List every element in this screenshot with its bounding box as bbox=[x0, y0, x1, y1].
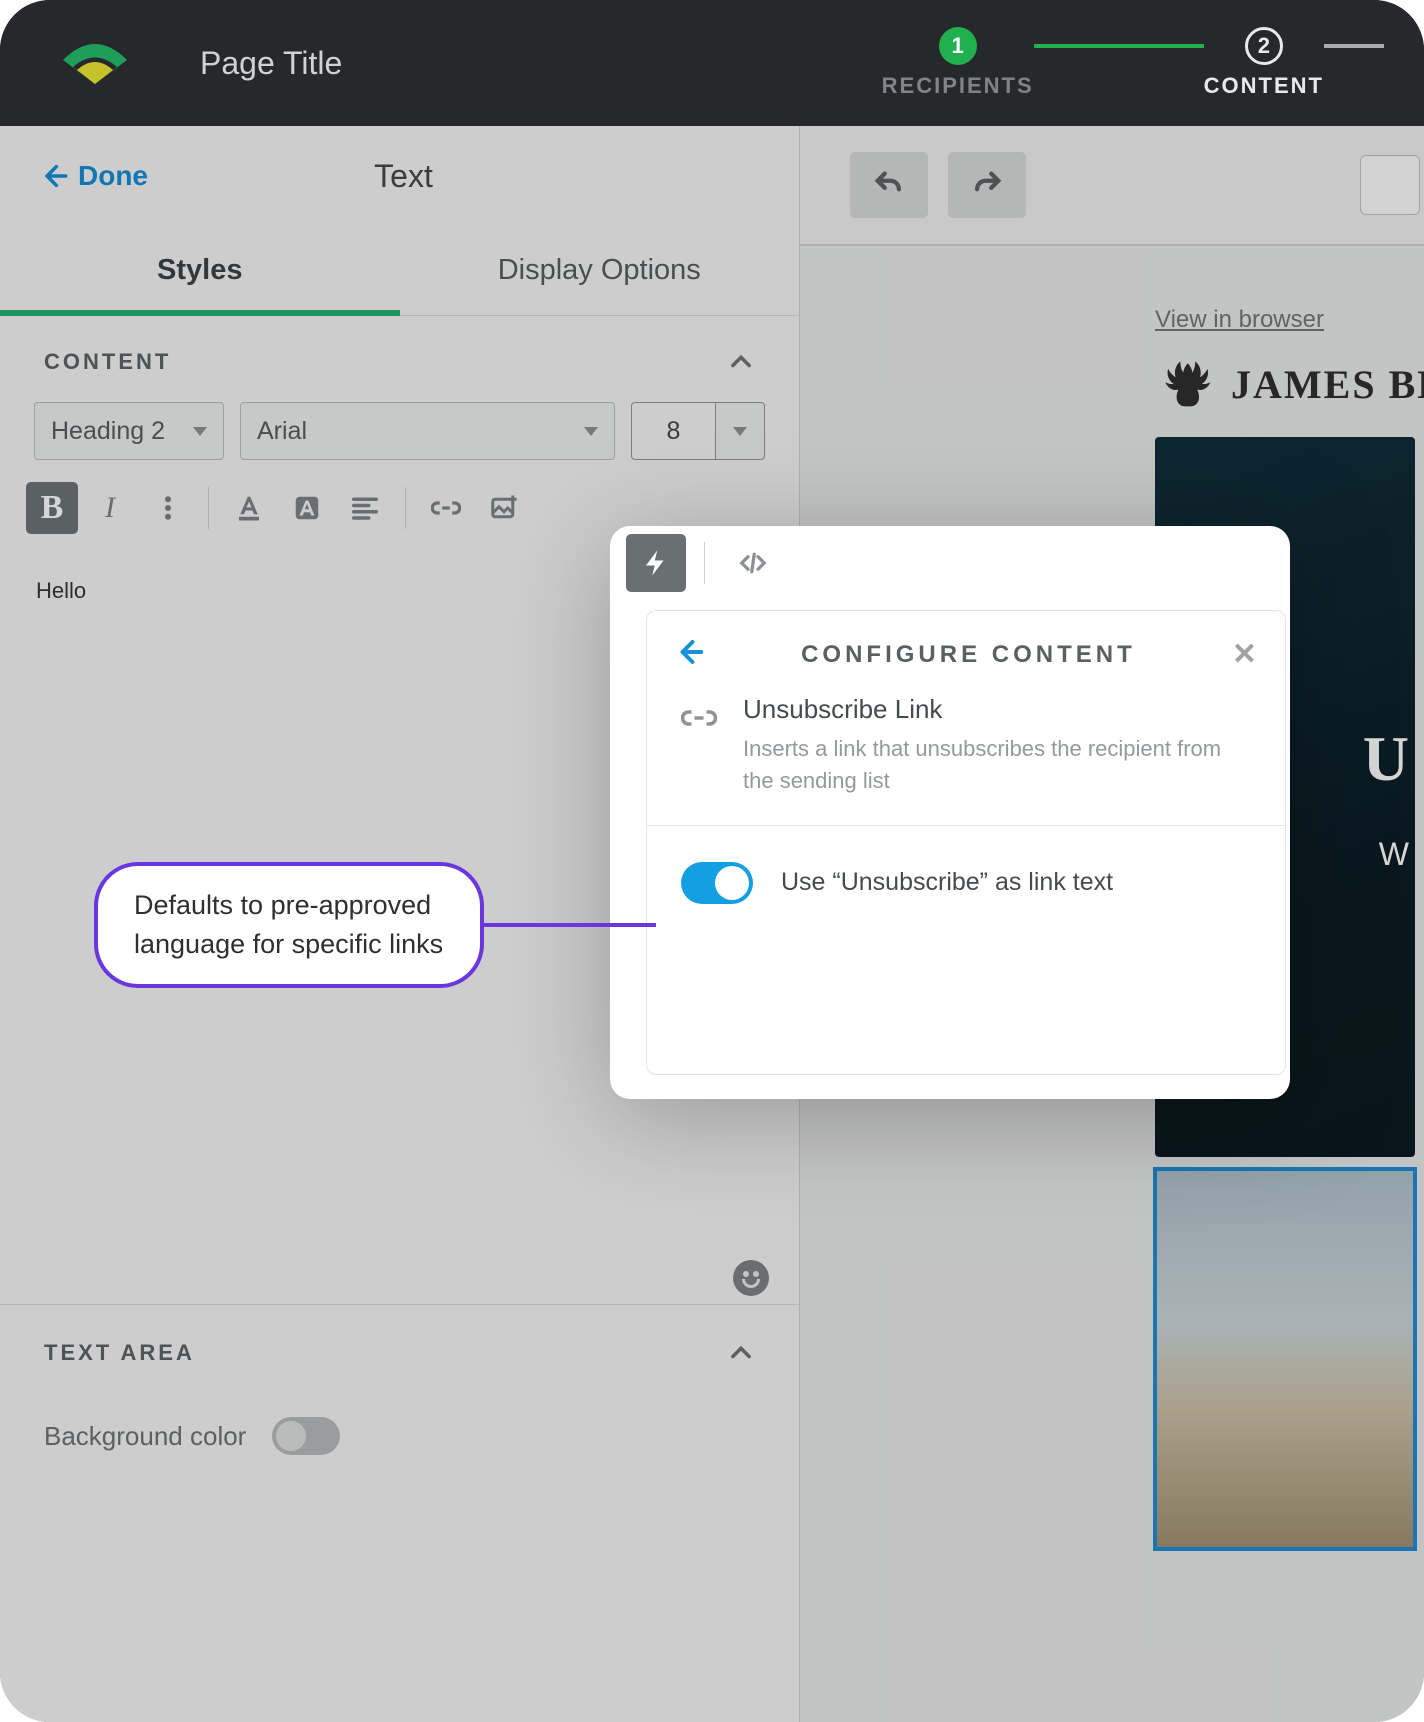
step-connector bbox=[1324, 44, 1384, 48]
chevron-up-icon bbox=[727, 1339, 755, 1367]
tab-display-options[interactable]: Display Options bbox=[400, 226, 800, 315]
app-topbar: Page Title 1 RECIPIENTS 2 CONTENT bbox=[0, 0, 1424, 126]
highlight-icon bbox=[292, 493, 322, 523]
link-icon bbox=[681, 700, 717, 797]
popover-item-desc: Inserts a link that unsubscribes the rec… bbox=[743, 733, 1251, 797]
link-icon bbox=[431, 493, 461, 523]
preview-image-selected[interactable] bbox=[1155, 1169, 1415, 1549]
toggle-label: Use “Unsubscribe” as link text bbox=[781, 868, 1113, 897]
text-color-icon bbox=[234, 493, 264, 523]
step-number: 1 bbox=[939, 27, 977, 65]
toolbar-divider bbox=[208, 487, 209, 529]
section-title: TEXT AREA bbox=[44, 1340, 195, 1366]
caret-down-icon bbox=[733, 427, 747, 436]
undo-button[interactable] bbox=[850, 152, 928, 218]
popover-back-button[interactable] bbox=[675, 637, 705, 672]
more-format-button[interactable] bbox=[142, 482, 194, 534]
done-label: Done bbox=[78, 160, 148, 192]
configure-content-popover: CONFIGURE CONTENT ✕ Unsubscribe Link Ins… bbox=[610, 526, 1290, 1099]
font-select[interactable]: Arial bbox=[240, 402, 615, 460]
toolbar-divider bbox=[405, 487, 406, 529]
section-title: CONTENT bbox=[44, 349, 171, 375]
panel-title: Text bbox=[148, 158, 659, 195]
popover-item-title: Unsubscribe Link bbox=[743, 694, 1251, 725]
app-logo bbox=[55, 36, 135, 91]
caret-down-icon bbox=[193, 427, 207, 436]
lightning-icon bbox=[641, 548, 671, 578]
step-label: RECIPIENTS bbox=[882, 73, 1034, 99]
hero-sub: W bbox=[1379, 836, 1409, 873]
step-number: 2 bbox=[1245, 27, 1283, 65]
caret-down-icon bbox=[584, 427, 598, 436]
antler-icon bbox=[1155, 352, 1215, 417]
heading-select[interactable]: Heading 2 bbox=[34, 402, 224, 460]
code-icon bbox=[738, 548, 768, 578]
bgcolor-toggle[interactable] bbox=[272, 1417, 340, 1455]
align-left-icon bbox=[350, 493, 380, 523]
hero-heading: U bbox=[1363, 722, 1409, 796]
wizard-steps: 1 RECIPIENTS 2 CONTENT bbox=[882, 27, 1384, 99]
font-size-input[interactable] bbox=[631, 402, 715, 460]
preview-action-button[interactable] bbox=[1360, 155, 1420, 215]
bold-button[interactable]: B bbox=[26, 482, 78, 534]
brand-header: JAMES BL bbox=[1155, 352, 1424, 417]
editor-content: Hello bbox=[36, 578, 86, 603]
popover-close-button[interactable]: ✕ bbox=[1232, 637, 1257, 672]
font-value: Arial bbox=[257, 417, 307, 446]
annotation-text: Defaults to pre-approved language for sp… bbox=[94, 862, 484, 988]
smile-icon bbox=[742, 1279, 760, 1288]
image-button[interactable] bbox=[478, 482, 530, 534]
step-recipients[interactable]: 1 RECIPIENTS bbox=[882, 27, 1034, 99]
smart-content-button[interactable] bbox=[626, 534, 686, 592]
link-button[interactable] bbox=[420, 482, 472, 534]
text-color-button[interactable] bbox=[223, 482, 275, 534]
emoji-button[interactable] bbox=[733, 1260, 769, 1296]
use-default-text-toggle[interactable] bbox=[681, 862, 753, 904]
heading-value: Heading 2 bbox=[51, 417, 165, 446]
editor-tabs: Styles Display Options bbox=[0, 226, 799, 316]
step-content[interactable]: 2 CONTENT bbox=[1204, 27, 1324, 99]
arrow-left-icon bbox=[675, 637, 705, 667]
brand-name: JAMES BL bbox=[1231, 361, 1424, 408]
code-button[interactable] bbox=[723, 534, 783, 592]
redo-icon bbox=[970, 168, 1004, 202]
align-button[interactable] bbox=[339, 482, 391, 534]
redo-button[interactable] bbox=[948, 152, 1026, 218]
dots-vertical-icon bbox=[153, 493, 183, 523]
step-connector bbox=[1034, 44, 1204, 48]
arrow-left-icon bbox=[40, 162, 68, 190]
image-plus-icon bbox=[489, 493, 519, 523]
step-label: CONTENT bbox=[1204, 73, 1324, 99]
bgcolor-label: Background color bbox=[44, 1421, 246, 1452]
tab-styles[interactable]: Styles bbox=[0, 226, 400, 315]
toolbar-divider bbox=[704, 542, 705, 584]
annotation-callout: Defaults to pre-approved language for sp… bbox=[94, 862, 656, 988]
done-button[interactable]: Done bbox=[40, 160, 148, 192]
italic-button[interactable]: I bbox=[84, 482, 136, 534]
page-title: Page Title bbox=[200, 45, 342, 82]
section-content-header[interactable]: CONTENT bbox=[44, 348, 755, 402]
view-in-browser-link[interactable]: View in browser bbox=[1155, 306, 1424, 334]
popover-title: CONFIGURE CONTENT bbox=[705, 641, 1232, 669]
chevron-up-icon bbox=[727, 348, 755, 376]
highlight-button[interactable] bbox=[281, 482, 333, 534]
annotation-leader-line bbox=[484, 923, 656, 927]
font-size-dropdown[interactable] bbox=[715, 402, 765, 460]
undo-icon bbox=[872, 168, 906, 202]
popover-item-unsubscribe: Unsubscribe Link Inserts a link that uns… bbox=[647, 690, 1285, 826]
section-textarea-header[interactable]: TEXT AREA bbox=[44, 1339, 755, 1393]
